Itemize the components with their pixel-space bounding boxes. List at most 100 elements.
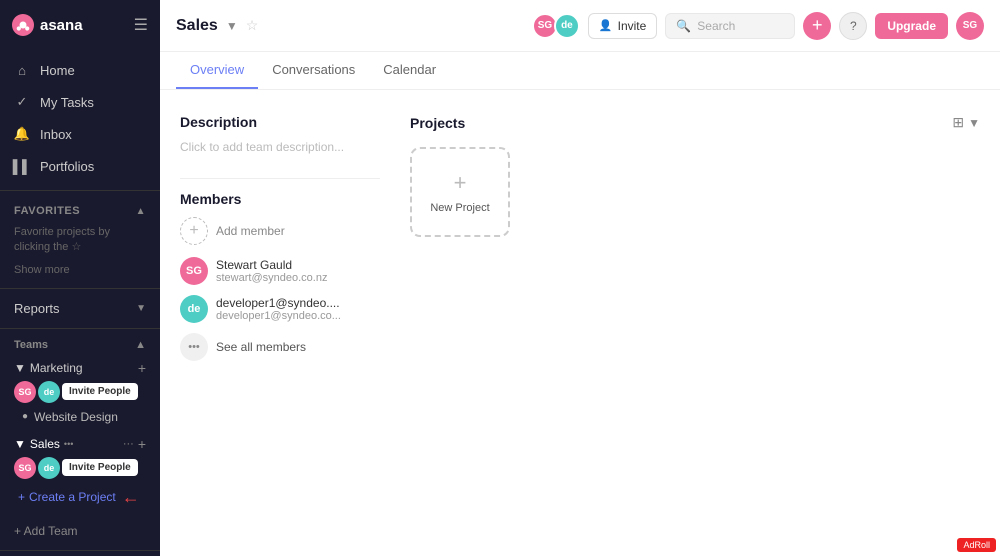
search-box[interactable]: 🔍 Search	[665, 13, 795, 39]
grid-icon: ⊞	[952, 114, 964, 131]
reports-chevron-icon: ▼	[136, 303, 146, 314]
member-avatar-de: de	[180, 295, 208, 323]
marketing-invite-button[interactable]: Invite People	[62, 383, 138, 400]
teams-section: Teams ▲ ▼ Marketing + SG de Invite Peopl…	[0, 333, 160, 516]
sales-avatar-sg: SG	[14, 457, 36, 479]
star-icon[interactable]: ☆	[246, 17, 259, 34]
sales-team-actions: ··· +	[123, 437, 146, 451]
sales-team-group: ▼ Sales ••• ··· + SG de Invite People + …	[14, 433, 146, 512]
reports-section[interactable]: Reports ▼	[0, 293, 160, 324]
favorites-header[interactable]: Favorites ▲	[14, 205, 146, 217]
description-placeholder[interactable]: Click to add team description...	[180, 140, 380, 154]
member-row-0: SG Stewart Gauld stewart@syndeo.co.nz	[180, 257, 380, 285]
view-chevron-icon: ▼	[968, 116, 980, 130]
member-avatar-sg: SG	[180, 257, 208, 285]
asana-logo-text: asana	[40, 17, 83, 34]
sales-arrow-icon: ▼	[14, 437, 26, 451]
topbar-avatar-stack: SG de	[532, 13, 580, 39]
show-more[interactable]: Show more	[0, 260, 160, 284]
sidebar-header: asana ☰	[0, 0, 160, 50]
marketing-team-actions: +	[138, 361, 146, 375]
topbar-left: Sales ▼ ☆	[176, 17, 258, 35]
favorites-chevron-icon: ▲	[136, 206, 146, 217]
new-project-card[interactable]: + New Project	[410, 147, 510, 237]
marketing-add-button[interactable]: +	[138, 361, 146, 375]
tab-calendar[interactable]: Calendar	[369, 52, 450, 89]
sidebar-item-portfolios[interactable]: ▌▌ Portfolios	[0, 150, 160, 182]
add-team-button[interactable]: + Add Team	[0, 516, 160, 546]
tabs: Overview Conversations Calendar	[160, 52, 1000, 90]
marketing-arrow-icon: ▼	[14, 361, 26, 375]
tab-overview[interactable]: Overview	[176, 52, 258, 89]
favorites-hint: Favorite projects by clicking the ☆	[0, 221, 160, 260]
upgrade-button[interactable]: Upgrade	[875, 13, 948, 39]
favorites-section: Favorites ▲	[0, 195, 160, 221]
asana-logo[interactable]: asana	[12, 14, 83, 36]
search-icon: 🔍	[676, 19, 691, 33]
page-title: Sales	[176, 17, 218, 35]
create-project-link[interactable]: + Create a Project ←	[14, 483, 146, 512]
see-all-members-row[interactable]: ••• See all members	[180, 333, 380, 361]
topbar-right: SG de 👤 Invite 🔍 Search + ? Upgrade SG	[532, 12, 984, 40]
sidebar-item-home[interactable]: ⌂ Home	[0, 54, 160, 86]
sales-add-button[interactable]: +	[138, 437, 146, 451]
marketing-team-avatars: SG de Invite People	[14, 379, 146, 407]
see-all-circle-icon: •••	[180, 333, 208, 361]
sales-team-name[interactable]: ▼ Sales •••	[14, 437, 73, 451]
member-info-de: developer1@syndeo.... developer1@syndeo.…	[216, 296, 341, 322]
sales-invite-button[interactable]: Invite People	[62, 459, 138, 476]
content-area: Description Click to add team descriptio…	[160, 90, 1000, 556]
marketing-avatar-sg: SG	[14, 381, 36, 403]
check-icon: ✓	[14, 94, 30, 110]
home-icon: ⌂	[14, 62, 30, 78]
sidebar-item-my-tasks[interactable]: ✓ My Tasks	[0, 86, 160, 118]
title-chevron-icon[interactable]: ▼	[226, 19, 238, 33]
invite-button[interactable]: 👤 Invite	[588, 13, 657, 39]
marketing-team-header: ▼ Marketing +	[14, 357, 146, 379]
projects-view-toggle[interactable]: ⊞ ▼	[952, 114, 980, 131]
sales-dots-icon: •••	[64, 439, 73, 449]
projects-section: Projects ⊞ ▼ + New Project	[410, 114, 980, 532]
add-button[interactable]: +	[803, 12, 831, 40]
members-title: Members	[180, 191, 380, 207]
sidebar-item-inbox[interactable]: 🔔 Inbox	[0, 118, 160, 150]
main-content: Sales ▼ ☆ SG de 👤 Invite 🔍 Search + ? Up…	[160, 0, 1000, 556]
adroll-badge: AdRoll	[957, 538, 996, 552]
teams-header[interactable]: Teams ▲	[14, 339, 146, 351]
asana-logo-icon	[12, 14, 34, 36]
add-member-circle-icon: +	[180, 217, 208, 245]
projects-title: Projects	[410, 115, 465, 131]
members-section: Members + Add member SG Stewart Gauld st…	[180, 178, 380, 361]
hamburger-icon[interactable]: ☰	[134, 15, 148, 35]
add-member-row[interactable]: + Add member	[180, 217, 380, 245]
create-project-plus-icon: +	[18, 490, 25, 504]
project-bullet-icon: ●	[22, 411, 28, 422]
marketing-team-name[interactable]: ▼ Marketing	[14, 361, 83, 375]
invite-icon: 👤	[599, 19, 613, 32]
help-button[interactable]: ?	[839, 12, 867, 40]
topbar-avatar-de: de	[554, 13, 580, 39]
bell-icon: 🔔	[14, 126, 30, 142]
left-panel: Description Click to add team descriptio…	[180, 114, 380, 532]
sidebar: asana ☰ ⌂ Home ✓ My Tasks 🔔 Inbox ▌▌ Por…	[0, 0, 160, 556]
projects-header: Projects ⊞ ▼	[410, 114, 980, 131]
sales-team-header: ▼ Sales ••• ··· +	[14, 433, 146, 455]
sales-team-avatars: SG de Invite People	[14, 455, 146, 483]
portfolios-icon: ▌▌	[14, 158, 30, 174]
marketing-project-website-design[interactable]: ● Website Design	[14, 407, 146, 427]
teams-chevron-icon: ▲	[135, 339, 146, 351]
description-section: Description Click to add team descriptio…	[180, 114, 380, 154]
topbar: Sales ▼ ☆ SG de 👤 Invite 🔍 Search + ? Up…	[160, 0, 1000, 52]
sales-avatar-de: de	[38, 457, 60, 479]
marketing-avatar-de: de	[38, 381, 60, 403]
red-arrow-icon: ←	[122, 487, 140, 508]
user-avatar[interactable]: SG	[956, 12, 984, 40]
new-project-plus-icon: +	[454, 170, 467, 196]
member-row-1: de developer1@syndeo.... developer1@synd…	[180, 295, 380, 323]
tab-conversations[interactable]: Conversations	[258, 52, 369, 89]
member-info-sg: Stewart Gauld stewart@syndeo.co.nz	[216, 258, 327, 284]
marketing-team-group: ▼ Marketing + SG de Invite People ● Webs…	[14, 357, 146, 427]
description-title: Description	[180, 114, 380, 130]
new-project-label: New Project	[430, 202, 489, 214]
sales-more-icon[interactable]: ···	[123, 438, 134, 450]
